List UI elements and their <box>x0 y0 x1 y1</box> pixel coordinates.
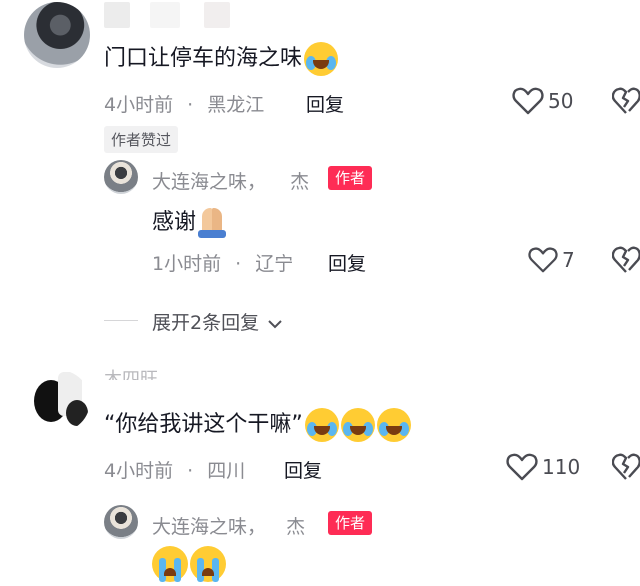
separator: · <box>187 94 194 116</box>
heart-outline-icon[interactable] <box>506 452 538 482</box>
reply-button[interactable]: 回复 <box>306 90 344 117</box>
laugh-cry-emoji <box>304 42 339 76</box>
loud-cry-emoji <box>152 546 188 582</box>
like-count: 7 <box>562 248 575 272</box>
reply-meta: 1小时前 · 辽宁 <box>152 249 293 276</box>
blurred-username-part <box>150 2 180 28</box>
pray-emoji <box>196 208 228 238</box>
broken-heart-icon[interactable] <box>612 245 640 275</box>
reply-location: 辽宁 <box>255 253 294 275</box>
commenter-avatar[interactable] <box>24 2 90 68</box>
commenter-avatar[interactable] <box>28 370 90 432</box>
comment-time: 4小时前 <box>104 94 174 116</box>
separator: · <box>235 253 242 275</box>
chevron-down-icon <box>268 319 282 328</box>
expand-divider <box>104 320 138 321</box>
loud-cry-emoji <box>190 546 226 582</box>
comment-location: 四川 <box>207 460 246 482</box>
blurred-username-part <box>204 2 230 28</box>
reply-username-text: 大连海之味， <box>152 516 267 538</box>
comment-location: 黑龙江 <box>207 94 265 116</box>
reply-emoji-text[interactable] <box>152 546 228 586</box>
reply-avatar[interactable] <box>104 505 138 539</box>
laugh-cry-emoji <box>304 408 339 442</box>
expand-replies-label: 展开2条回复 <box>152 312 260 334</box>
comment-text[interactable]: “你给我讲这个干嘛” <box>104 406 411 442</box>
reply-username[interactable]: 大连海之味， 杰 <box>152 512 305 539</box>
comment-time: 4小时前 <box>104 460 174 482</box>
reply-avatar[interactable] <box>104 160 138 194</box>
like-count: 110 <box>542 455 581 479</box>
reply-text-content: 感谢 <box>152 210 197 235</box>
reply-button[interactable]: 回复 <box>328 249 366 276</box>
heart-outline-icon[interactable] <box>512 86 544 116</box>
author-badge: 作者 <box>328 511 373 535</box>
comment-text-content: 门口让停车的海之味 <box>104 46 303 71</box>
reply-username-text: 大连海之味， <box>152 171 267 193</box>
reply-username[interactable]: 大连海之味， 杰 <box>152 167 309 194</box>
laugh-cry-emoji <box>376 408 411 442</box>
comment-meta: 4小时前 · 四川 <box>104 456 245 483</box>
liked-by-author-tag: 作者赞过 <box>104 126 179 153</box>
reply-username-suffix: 杰 <box>286 516 306 538</box>
broken-heart-icon[interactable] <box>612 86 640 116</box>
comment-username-partial[interactable]: 木四旺 <box>104 366 158 380</box>
reply-time: 1小时前 <box>152 253 222 275</box>
reply-text[interactable]: 感谢 <box>152 204 228 238</box>
comment-text[interactable]: 门口让停车的海之味 <box>104 40 339 76</box>
expand-replies-button[interactable]: 展开2条回复 <box>152 308 283 335</box>
comment-text-content: “你给我讲这个干嘛” <box>104 412 303 437</box>
laugh-cry-emoji <box>340 408 375 442</box>
author-badge: 作者 <box>328 166 373 190</box>
comment-meta: 4小时前 · 黑龙江 <box>104 90 264 117</box>
heart-outline-icon[interactable] <box>528 245 558 275</box>
reply-button[interactable]: 回复 <box>284 456 322 483</box>
blurred-username[interactable] <box>104 2 130 28</box>
reply-username-suffix: 杰 <box>290 171 310 193</box>
like-count: 50 <box>548 89 574 113</box>
broken-heart-icon[interactable] <box>612 452 640 482</box>
separator: · <box>187 460 194 482</box>
